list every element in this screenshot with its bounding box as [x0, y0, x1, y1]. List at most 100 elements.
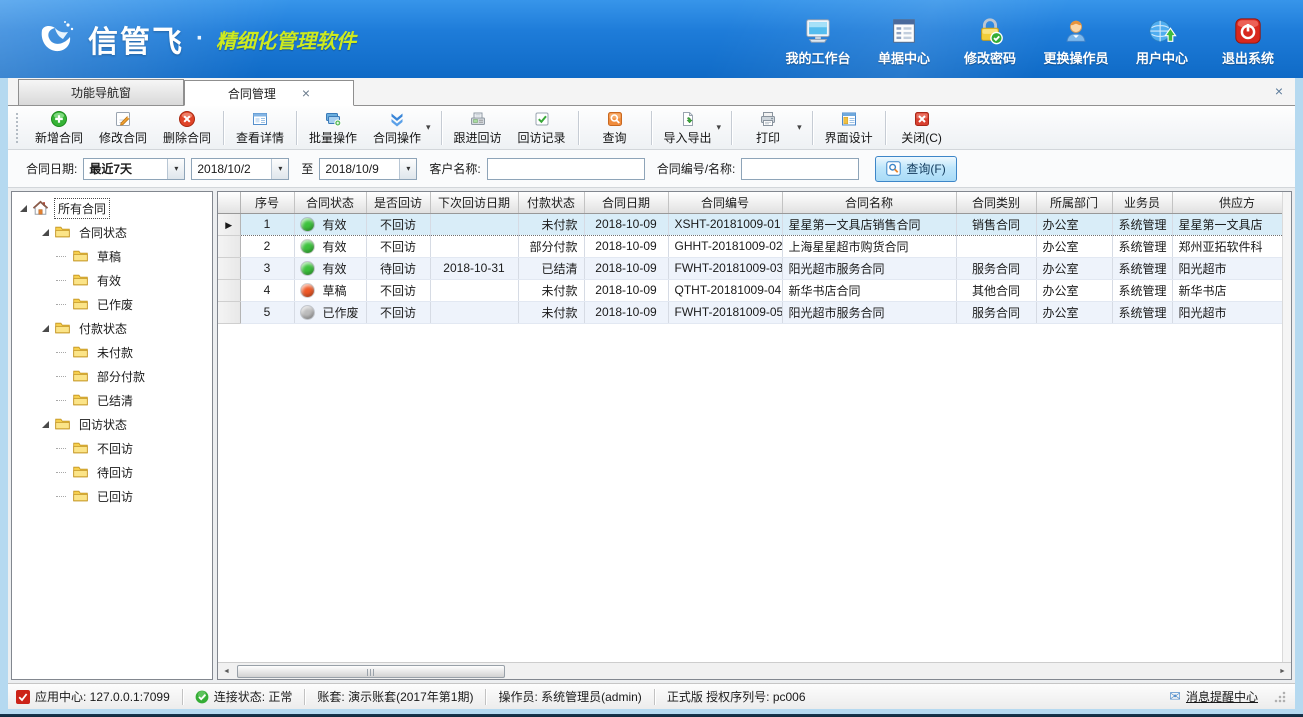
toolbar-drag-handle[interactable] — [16, 113, 21, 143]
vertical-scrollbar[interactable] — [1282, 192, 1291, 662]
view-details-button[interactable]: 查看详情 — [228, 108, 292, 148]
column-header[interactable]: 合同状态 — [294, 192, 366, 213]
tree-node-voided[interactable]: 已作废 — [12, 292, 212, 316]
date-to-picker[interactable]: 2018/10/9 ▾ — [319, 158, 417, 180]
horizontal-scrollbar[interactable]: ◄ ► — [218, 662, 1291, 679]
app-logo-icon — [32, 16, 78, 62]
table-row[interactable]: 4 草稿 不回访 未付款 2018-10-09 QTHT-20181009-04… — [218, 279, 1291, 301]
edit-contract-button[interactable]: 修改合同 — [91, 108, 155, 148]
statusbar-separator — [654, 689, 655, 705]
tree-node-no-visit[interactable]: 不回访 — [12, 436, 212, 460]
column-header[interactable]: 序号 — [240, 192, 294, 213]
column-header[interactable]: 合同日期 — [584, 192, 668, 213]
button-label: 回访记录 — [518, 129, 566, 146]
table-row[interactable]: 2 有效 不回访 部分付款 2018-10-09 GHHT-20181009-0… — [218, 235, 1291, 257]
query-button[interactable]: 查询 — [583, 108, 647, 148]
column-header[interactable]: 合同名称 — [782, 192, 956, 213]
tree-node-draft[interactable]: 草稿 — [12, 244, 212, 268]
tree-connector — [56, 256, 66, 257]
visit-record-button[interactable]: 回访记录 — [510, 108, 574, 148]
add-contract-button[interactable]: 新增合同 — [27, 108, 91, 148]
cell-salesman: 系统管理 — [1112, 257, 1172, 279]
search-button[interactable]: 查询(F) — [875, 156, 956, 182]
row-selector[interactable] — [218, 257, 240, 279]
nav-exit-system[interactable]: 退出系统 — [1207, 12, 1289, 67]
tree-node-all-contracts[interactable]: 所有合同 — [12, 196, 212, 220]
nav-label: 退出系统 — [1222, 48, 1274, 67]
column-header[interactable]: 合同类别 — [956, 192, 1036, 213]
contract-operation-button[interactable]: 合同操作 ▾ — [365, 108, 437, 148]
tree-node-contract-status[interactable]: 合同状态 — [12, 220, 212, 244]
follow-up-visit-button[interactable]: 跟进回访 — [446, 108, 510, 148]
tree-node-settled[interactable]: 已结清 — [12, 388, 212, 412]
chevron-down-icon[interactable]: ▾ — [399, 159, 416, 179]
table-row[interactable]: ▶ 1 有效 不回访 未付款 2018-10-09 XSHT-20181009-… — [218, 213, 1291, 235]
nav-document-center[interactable]: 单据中心 — [863, 12, 945, 67]
column-header[interactable]: 付款状态 — [518, 192, 584, 213]
print-button[interactable]: 打印 ▾ — [736, 108, 808, 148]
column-header[interactable]: 供应方 — [1172, 192, 1291, 213]
statusbar-separator — [304, 689, 305, 705]
dropdown-caret-icon: ▾ — [717, 122, 722, 133]
tree-node-valid[interactable]: 有效 — [12, 268, 212, 292]
tree-expand-icon[interactable] — [42, 421, 49, 428]
scrollbar-thumb[interactable] — [237, 665, 505, 678]
table-row[interactable]: 5 已作废 不回访 未付款 2018-10-09 FWHT-20181009-0… — [218, 301, 1291, 323]
folder-icon — [54, 320, 71, 336]
delete-contract-button[interactable]: 删除合同 — [155, 108, 219, 148]
tab-function-navigator[interactable]: 功能导航窗 — [18, 79, 184, 105]
tree-node-unpaid[interactable]: 未付款 — [12, 340, 212, 364]
scroll-right-icon[interactable]: ► — [1274, 664, 1291, 679]
column-header[interactable]: 下次回访日期 — [430, 192, 518, 213]
status-dot-icon — [301, 262, 314, 275]
close-button[interactable]: 关闭(C) — [890, 108, 954, 148]
customer-name-input[interactable] — [487, 158, 645, 180]
column-header[interactable]: 业务员 — [1112, 192, 1172, 213]
contract-no-name-input[interactable] — [741, 158, 859, 180]
chevron-down-icon[interactable]: ▾ — [271, 159, 288, 179]
envelope-icon: ✉ — [1169, 688, 1181, 705]
tree-expand-icon[interactable] — [20, 205, 27, 212]
scroll-left-icon[interactable]: ◄ — [218, 664, 235, 679]
tab-contract-management[interactable]: 合同管理 × — [184, 80, 354, 106]
row-selector[interactable] — [218, 279, 240, 301]
tree-node-visit-status[interactable]: 回访状态 — [12, 412, 212, 436]
row-selector[interactable] — [218, 301, 240, 323]
chevron-down-icon[interactable]: ▾ — [167, 159, 184, 179]
button-label: 查看详情 — [236, 129, 284, 146]
resize-grip[interactable] — [1273, 690, 1287, 704]
tab-close-icon[interactable]: × — [302, 86, 310, 100]
nav-my-workbench[interactable]: 我的工作台 — [777, 12, 859, 67]
row-selector[interactable] — [218, 235, 240, 257]
column-header[interactable]: 是否回访 — [366, 192, 430, 213]
tree-expand-icon[interactable] — [42, 229, 49, 236]
window-design-icon — [840, 110, 858, 128]
ui-design-button[interactable]: 界面设计 — [817, 108, 881, 148]
batch-operation-button[interactable]: 批量操作 — [301, 108, 365, 148]
import-export-button[interactable]: 导入导出 ▾ — [656, 108, 728, 148]
brand: 信管飞 · 精细化管理软件 — [32, 16, 356, 62]
date-range-preset-select[interactable]: 最近7天 ▾ — [83, 158, 185, 180]
table-row[interactable]: 3 有效 待回访 2018-10-31 已结清 2018-10-09 FWHT-… — [218, 257, 1291, 279]
tree-node-payment-status[interactable]: 付款状态 — [12, 316, 212, 340]
message-center-link[interactable]: ✉ 消息提醒中心 — [1169, 688, 1287, 705]
tree-expand-icon[interactable] — [42, 325, 49, 332]
tree-node-label: 已结清 — [94, 391, 136, 410]
folder-icon — [72, 368, 89, 384]
tree-node-visited[interactable]: 已回访 — [12, 484, 212, 508]
tab-label: 功能导航窗 — [71, 84, 131, 101]
nav-change-password[interactable]: 修改密码 — [949, 12, 1031, 67]
tabstrip-close-icon[interactable]: × — [1275, 83, 1283, 99]
nav-switch-operator[interactable]: 更换操作员 — [1035, 12, 1117, 67]
cell-payment: 未付款 — [518, 213, 584, 235]
customer-name-label: 客户名称: — [429, 160, 480, 177]
cell-date: 2018-10-09 — [584, 301, 668, 323]
nav-user-center[interactable]: 用户中心 — [1121, 12, 1203, 67]
row-selector[interactable]: ▶ — [218, 213, 240, 235]
tree-node-label: 付款状态 — [76, 319, 130, 338]
column-header[interactable]: 所属部门 — [1036, 192, 1112, 213]
column-header[interactable]: 合同编号 — [668, 192, 782, 213]
date-from-picker[interactable]: 2018/10/2 ▾ — [191, 158, 289, 180]
tree-node-pending-visit[interactable]: 待回访 — [12, 460, 212, 484]
tree-node-partially-paid[interactable]: 部分付款 — [12, 364, 212, 388]
